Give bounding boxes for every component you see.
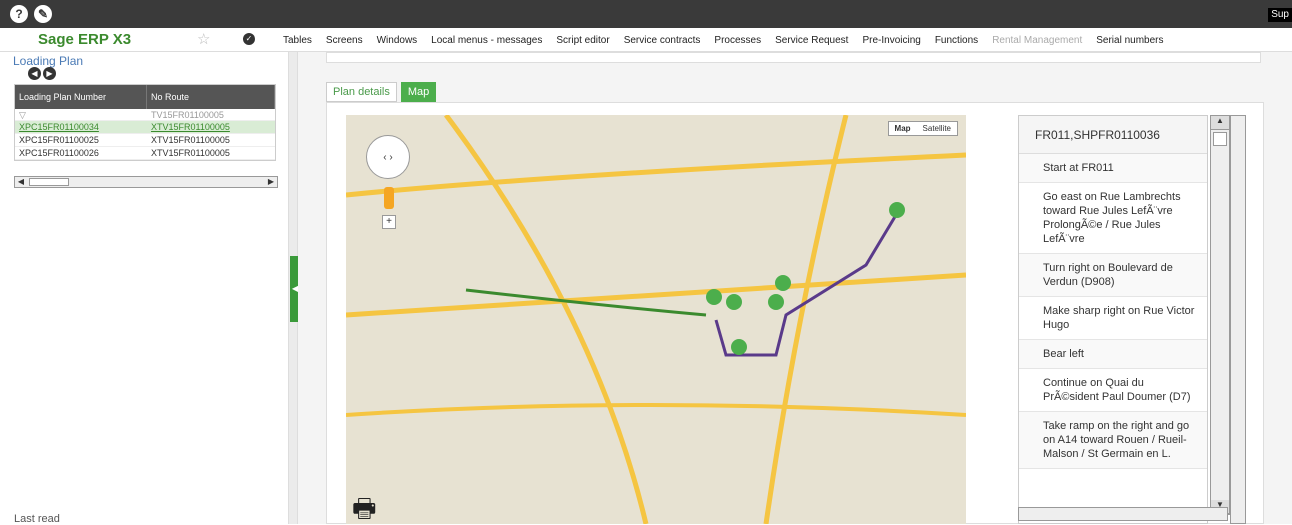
directions-header: FR011,SHPFR0110036 — [1019, 116, 1207, 154]
outer-vertical-scrollbar[interactable] — [1230, 115, 1246, 524]
cell[interactable]: XPC15FR01100034 — [15, 121, 147, 133]
filter-row[interactable]: ▽ TV15FR01100005 — [15, 109, 275, 121]
check-icon[interactable]: ✓ — [243, 33, 255, 45]
table-row[interactable]: XPC15FR01100025 XTV15FR01100005 — [15, 134, 275, 147]
cell[interactable]: XTV15FR01100005 — [147, 121, 275, 133]
direction-step[interactable]: Go east on Rue Lambrechts toward Rue Jul… — [1019, 183, 1207, 254]
last-read-label: Last read — [14, 513, 60, 525]
tab-plan-details[interactable]: Plan details — [326, 82, 397, 102]
menu-windows[interactable]: Windows — [377, 35, 418, 46]
marker-5[interactable] — [889, 202, 905, 218]
directions-horizontal-scrollbar[interactable] — [1018, 507, 1228, 521]
cell[interactable]: XPC15FR01100026 — [15, 147, 147, 159]
direction-step[interactable]: Take ramp on the right and go on A14 tow… — [1019, 412, 1207, 469]
app-logo: Sage ERP X3 — [38, 31, 132, 48]
satellite-button[interactable]: Satellite — [917, 122, 957, 135]
directions-panel: FR011,SHPFR0110036 Start at FR011 Go eas… — [1018, 115, 1208, 524]
printer-icon[interactable]: 🖶 — [352, 490, 377, 524]
menu-tables[interactable]: Tables — [283, 35, 312, 46]
menu-screens[interactable]: Screens — [326, 35, 363, 46]
table-row[interactable]: XPC15FR01100034 XTV15FR01100005 — [15, 121, 275, 134]
scroll-left-icon[interactable]: ◀ — [15, 177, 27, 187]
menu-functions[interactable]: Functions — [935, 35, 978, 46]
scroll-right-icon[interactable]: ▶ — [265, 177, 277, 187]
column-header[interactable]: Loading Plan Number — [15, 85, 147, 109]
vertical-scrollbar[interactable]: ▲ ▼ — [1210, 115, 1230, 515]
menu-local-menus[interactable]: Local menus - messages — [431, 35, 542, 46]
cell[interactable]: XTV15FR01100005 — [147, 147, 275, 159]
cell[interactable]: XPC15FR01100025 — [15, 134, 147, 146]
marker-4[interactable] — [731, 339, 747, 355]
grid-header: Loading Plan Number No Route — [15, 85, 275, 109]
map-button[interactable]: Map — [889, 122, 917, 135]
direction-step[interactable]: Turn right on Boulevard de Verdun (D908) — [1019, 254, 1207, 297]
left-panel: Loading Plan ◀ ▶ Loading Plan Number No … — [0, 52, 288, 525]
star-icon[interactable]: ☆ — [197, 30, 210, 48]
map-canvas — [346, 115, 966, 524]
pegman-icon[interactable] — [384, 187, 394, 209]
menu-script-editor[interactable]: Script editor — [556, 35, 609, 46]
top-bar: ? ✎ Sup — [0, 0, 1292, 28]
pan-control-icon[interactable]: ‹ › — [366, 135, 410, 179]
table-row[interactable]: XPC15FR01100026 XTV15FR01100005 — [15, 147, 275, 160]
pencil-icon[interactable]: ✎ — [34, 5, 52, 23]
scroll-thumb[interactable] — [29, 178, 69, 186]
prev-arrow-icon[interactable]: ◀ — [28, 67, 41, 80]
marker-7[interactable] — [768, 294, 784, 310]
filter-value[interactable]: TV15FR01100005 — [147, 109, 275, 120]
marker-8[interactable] — [726, 294, 742, 310]
map-type-toggle: Map Satellite — [887, 121, 958, 136]
nav-arrows: ◀ ▶ — [28, 67, 56, 80]
horizontal-scrollbar[interactable]: ◀ ▶ — [14, 176, 278, 188]
menu-service-request[interactable]: Service Request — [775, 35, 848, 46]
menu-processes[interactable]: Processes — [714, 35, 761, 46]
scroll-thumb[interactable] — [1213, 132, 1227, 146]
question-icon[interactable]: ? — [10, 5, 28, 23]
cell[interactable]: XTV15FR01100005 — [147, 134, 275, 146]
panel-title: Loading Plan — [13, 54, 84, 68]
top-strip — [326, 52, 1261, 63]
menu-serial-numbers[interactable]: Serial numbers — [1096, 35, 1163, 46]
direction-step[interactable]: Start at FR011 — [1019, 154, 1207, 183]
loading-plan-grid: Loading Plan Number No Route ▽ TV15FR011… — [14, 84, 276, 161]
menu-pre-invoicing[interactable]: Pre-Invoicing — [862, 35, 920, 46]
next-arrow-icon[interactable]: ▶ — [43, 67, 56, 80]
user-label[interactable]: Sup — [1268, 8, 1292, 22]
marker-1[interactable] — [706, 289, 722, 305]
zoom-in-icon[interactable]: + — [382, 215, 396, 229]
route-map[interactable]: Map Satellite ‹ › + 🖶 — [346, 115, 966, 524]
menu-bar: Sage ERP X3 ☆ ✓ Tables Screens Windows L… — [0, 28, 1292, 52]
tabs: Plan details Map — [326, 82, 437, 102]
column-header[interactable]: No Route — [147, 85, 275, 109]
direction-step[interactable]: Bear left — [1019, 340, 1207, 369]
tab-map[interactable]: Map — [400, 82, 437, 102]
menu-service-contracts[interactable]: Service contracts — [624, 35, 701, 46]
menu-rental-management[interactable]: Rental Management — [992, 35, 1082, 46]
marker-6[interactable] — [775, 275, 791, 291]
filter-icon[interactable]: ▽ — [15, 109, 147, 120]
scroll-up-icon[interactable]: ▲ — [1211, 116, 1229, 130]
direction-step[interactable]: Make sharp right on Rue Victor Hugo — [1019, 297, 1207, 340]
menu-items: Tables Screens Windows Local menus - mes… — [283, 35, 1164, 46]
direction-step[interactable]: Continue on Quai du PrÃ©sident Paul Doum… — [1019, 369, 1207, 412]
